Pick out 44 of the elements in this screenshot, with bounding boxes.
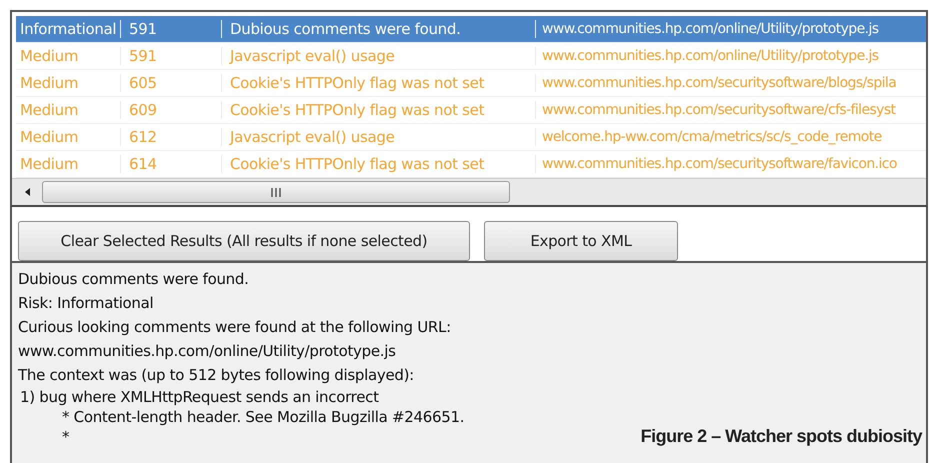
- detail-line: Curious looking comments were found at the following URL:: [18, 317, 452, 338]
- context-line: 1) bug where XMLHttpRequest sends an incorrect: [19, 387, 379, 407]
- description-cell: Dubious comments were found.: [222, 20, 536, 38]
- scroll-left-icon[interactable]: [24, 187, 32, 197]
- detail-line: www.communities.hp.com/online/Utility/prototype.js: [18, 341, 397, 362]
- clear-results-button[interactable]: Clear Selected Results (All results if none selected): [18, 221, 470, 261]
- description-cell: Cookie's HTTPOnly flag was not set: [222, 74, 536, 92]
- description-cell: Javascript eval() usage: [222, 128, 536, 146]
- severity-cell: Medium: [16, 155, 121, 173]
- result-row[interactable]: Medium 609 Cookie's HTTPOnly flag was not set www.communities.hp.com/securitysoftware/cfs-filesyst: [16, 97, 926, 124]
- horizontal-scrollbar[interactable]: [12, 178, 926, 205]
- figure-caption: Figure 2 – Watcher spots dubiosity: [640, 426, 922, 447]
- url-cell-text: www.communities.hp.com/securitysoftware/favicon.ico: [541, 156, 898, 172]
- url-cell-text: www.communities.hp.com/securitysoftware/blogs/spila: [541, 75, 898, 91]
- id-cell: 612: [121, 128, 222, 146]
- severity-cell: Medium: [16, 128, 121, 146]
- result-row[interactable]: Informational 591 Dubious comments were found. www.communities.hp.com/online/Utility/prototype.js: [16, 16, 926, 43]
- id-cell: 614: [121, 155, 222, 173]
- grip-icon: [270, 188, 282, 196]
- severity-cell: Medium: [16, 74, 121, 92]
- description-cell: Cookie's HTTPOnly flag was not set: [222, 155, 536, 173]
- id-cell: 605: [121, 74, 222, 92]
- detail-line: Risk: Informational: [18, 293, 154, 314]
- result-row[interactable]: Medium 591 Javascript eval() usage www.communities.hp.com/online/Utility/prototype.js: [16, 43, 926, 70]
- result-row[interactable]: Medium 605 Cookie's HTTPOnly flag was not set www.communities.hp.com/securitysoftware/blogs/spila: [16, 70, 926, 97]
- scroll-thumb[interactable]: [42, 181, 510, 203]
- result-row[interactable]: Medium 612 Javascript eval() usage welcome.hp-ww.com/cma/metrics/sc/s_code_remote: [16, 124, 926, 151]
- url-cell-text: www.communities.hp.com/securitysoftware/cfs-filesyst: [541, 102, 897, 118]
- description-cell: Javascript eval() usage: [222, 47, 536, 65]
- id-cell: 591: [121, 20, 222, 38]
- context-line: *: [61, 427, 70, 447]
- url-cell-text: welcome.hp-ww.com/cma/metrics/sc/s_code_remote: [541, 129, 883, 145]
- context-line: * Content-length header. See Mozilla Bugzilla #246651.: [61, 407, 464, 427]
- id-cell: 591: [121, 47, 222, 65]
- id-cell: 609: [121, 101, 222, 119]
- severity-cell: Informational: [16, 20, 121, 38]
- url-cell-text: www.communities.hp.com/online/Utility/prototype.js: [541, 21, 880, 37]
- detail-line: The context was (up to 512 bytes following displayed):: [18, 365, 415, 386]
- severity-cell: Medium: [16, 101, 121, 119]
- detail-line: Dubious comments were found.: [18, 269, 250, 290]
- export-xml-button[interactable]: Export to XML: [484, 221, 678, 261]
- url-cell-text: www.communities.hp.com/online/Utility/prototype.js: [541, 48, 880, 64]
- description-cell: Cookie's HTTPOnly flag was not set: [222, 101, 536, 119]
- severity-cell: Medium: [16, 47, 121, 65]
